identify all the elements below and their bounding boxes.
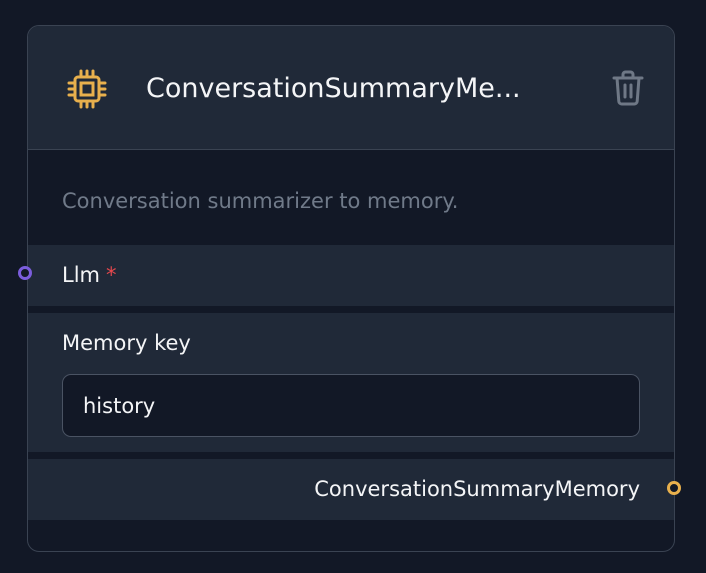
memory-key-label: Memory key — [62, 331, 191, 355]
output-label: ConversationSummaryMemory — [314, 477, 640, 501]
delete-node-button[interactable] — [611, 69, 645, 107]
memory-key-input[interactable] — [62, 374, 640, 437]
memory-key-section: Memory key — [28, 313, 674, 452]
chip-icon — [67, 69, 107, 109]
flow-canvas[interactable]: ConversationSummaryMe... Conversation su… — [0, 0, 706, 573]
llm-input-row: Llm * — [28, 245, 674, 306]
node-description: Conversation summarizer to memory. — [62, 189, 459, 213]
conversation-summary-memory-node[interactable]: ConversationSummaryMe... Conversation su… — [27, 25, 675, 552]
llm-input-handle[interactable] — [18, 266, 32, 280]
llm-label: Llm * — [62, 260, 117, 290]
required-marker: * — [106, 263, 117, 287]
node-header: ConversationSummaryMe... — [28, 26, 674, 150]
node-title: ConversationSummaryMe... — [146, 73, 521, 104]
llm-label-text: Llm — [62, 263, 100, 287]
output-handle[interactable] — [667, 481, 681, 495]
output-row: ConversationSummaryMemory — [28, 459, 674, 520]
